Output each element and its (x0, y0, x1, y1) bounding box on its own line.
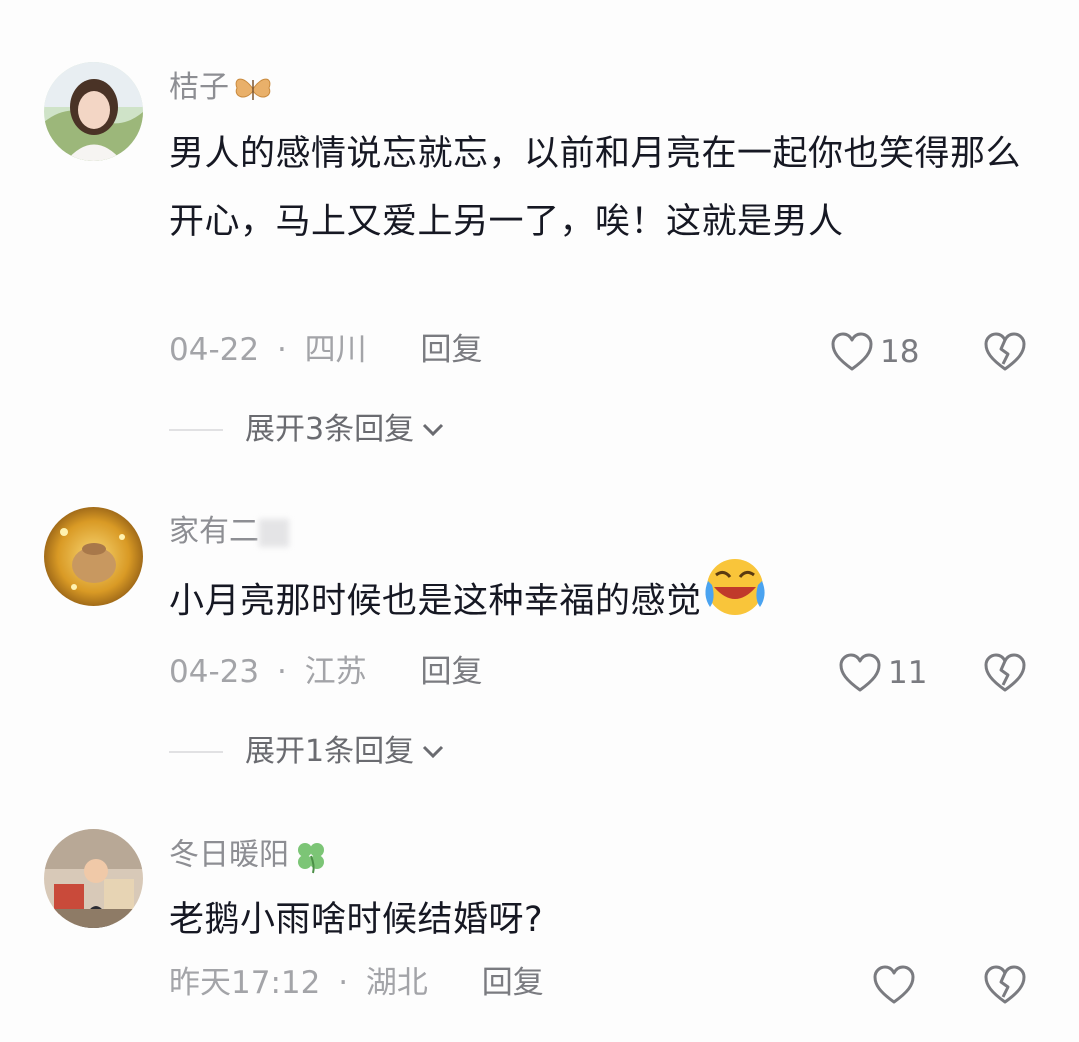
comment-date: 昨天17:12 (169, 965, 321, 1001)
expand-replies-button[interactable]: 展开1条回复 (169, 737, 446, 767)
like-count: 18 (880, 333, 920, 370)
avatar[interactable] (44, 829, 143, 928)
divider-line (169, 429, 223, 431)
comment-meta: 昨天17:12 · 湖北 回复 (169, 968, 544, 999)
comment-location: 湖北 (365, 965, 428, 1001)
broken-heart-icon (984, 653, 1026, 692)
meta-separator: · (276, 654, 287, 690)
heart-icon (839, 653, 881, 692)
heart-icon (831, 332, 873, 371)
broken-heart-icon (984, 332, 1026, 371)
dislike-button[interactable] (983, 653, 1027, 693)
chevron-down-icon (423, 423, 444, 437)
divider-line (169, 751, 223, 753)
expand-replies-label: 展开1条回复 (245, 734, 415, 769)
dislike-button[interactable] (983, 332, 1027, 372)
comment-text: 男人的感情说忘就忘，以前和月亮在一起你也笑得那么开心，马上又爱上另一了，唉！这就… (169, 134, 1022, 242)
expand-replies-button[interactable]: 展开3条回复 (169, 415, 446, 445)
username[interactable]: 冬日暖阳 (169, 838, 329, 874)
comment-meta: 04-22 · 四川 回复 (169, 335, 483, 366)
comment-location: 江苏 (304, 654, 367, 690)
dislike-button[interactable] (983, 965, 1027, 1005)
like-button[interactable]: 11 (838, 653, 927, 693)
reply-button[interactable]: 回复 (421, 332, 483, 368)
chevron-down-icon (423, 745, 444, 759)
comment-text: 小月亮那时候也是这种幸福的感觉 (169, 559, 1039, 640)
comment-date: 04-23 (169, 654, 260, 690)
like-button[interactable]: 18 (830, 332, 919, 372)
blurred-character (259, 518, 289, 547)
like-count: 11 (888, 654, 928, 691)
meta-separator: · (276, 332, 287, 368)
username[interactable]: 家有二 (169, 517, 289, 547)
heart-icon (873, 965, 915, 1004)
laughing-crying-emoji (702, 555, 768, 640)
avatar[interactable] (44, 507, 143, 606)
four-leaf-clover-icon (293, 838, 329, 874)
expand-replies-label: 展开3条回复 (245, 412, 415, 447)
comment-meta: 04-23 · 江苏 回复 (169, 657, 483, 688)
reply-button[interactable]: 回复 (482, 965, 544, 1001)
like-button[interactable] (872, 965, 916, 1005)
comment-location: 四川 (304, 332, 367, 368)
butterfly-icon (233, 70, 273, 105)
meta-separator: · (338, 965, 349, 1001)
broken-heart-icon (984, 965, 1026, 1004)
comment-text: 老鹅小雨啥时候结婚呀? (169, 900, 544, 940)
comment-date: 04-22 (169, 332, 260, 368)
username[interactable]: 桔子 (169, 73, 273, 104)
avatar[interactable] (44, 62, 143, 161)
reply-button[interactable]: 回复 (421, 654, 483, 690)
